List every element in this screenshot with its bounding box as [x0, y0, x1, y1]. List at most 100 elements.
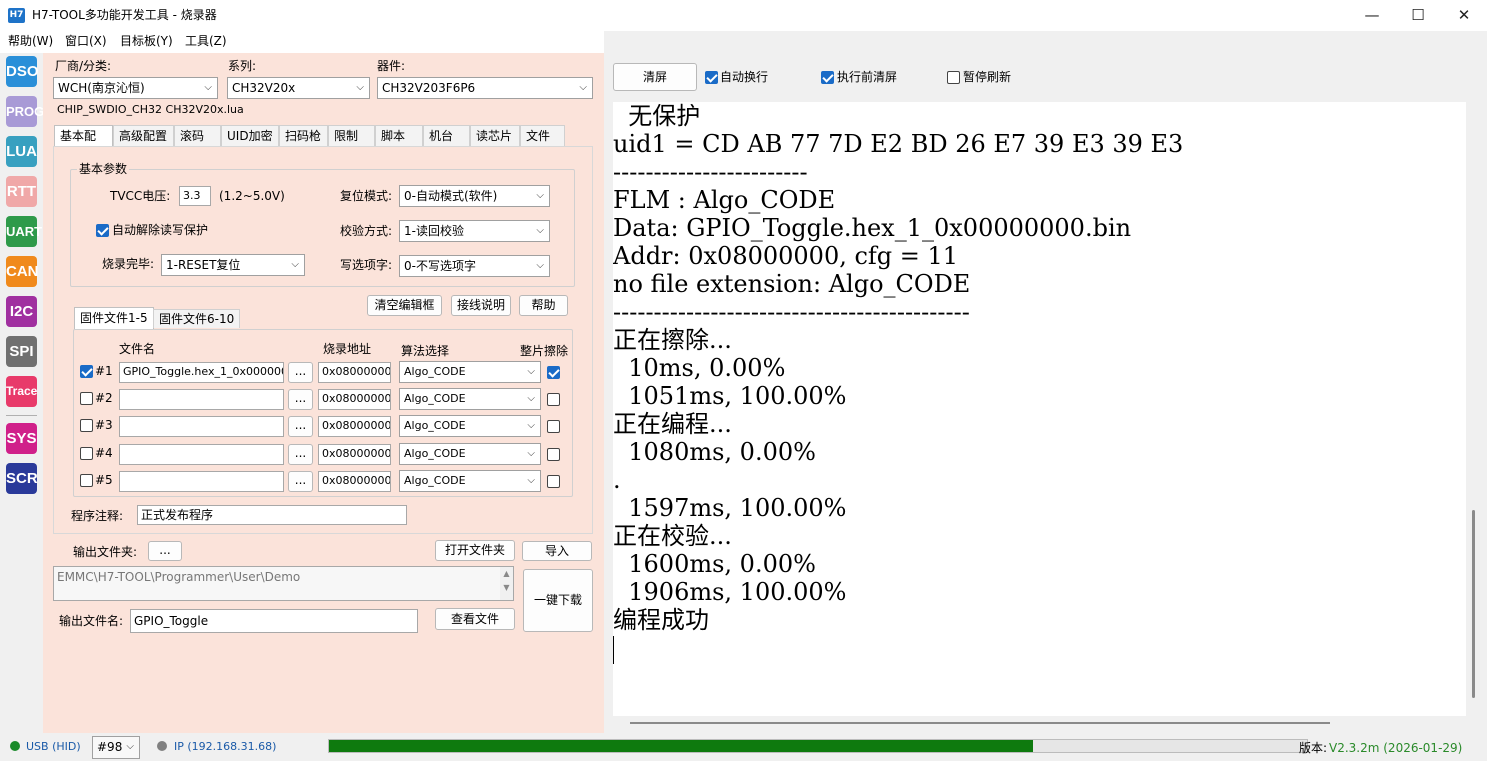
verify-select[interactable]: 1-读回校验 ⌵ [399, 220, 550, 242]
one-key-download-button[interactable]: 一键下载 [523, 569, 593, 632]
sidebar-rtt-button[interactable]: RTT [6, 176, 37, 207]
tab-3[interactable]: UID加密 [221, 125, 279, 146]
tab-6[interactable]: 脚本 [375, 125, 423, 146]
file-algorithm-select[interactable]: Algo_CODE ⌵ [399, 415, 541, 437]
file-algorithm-select[interactable]: Algo_CODE ⌵ [399, 470, 541, 492]
note-input[interactable]: 正式发布程序 [137, 505, 407, 525]
device-number-select[interactable]: #98 ⌵ [92, 736, 140, 759]
console-output[interactable]: 无保护 uid1 = CD AB 77 7D E2 BD 26 E7 39 E3 … [613, 102, 1466, 716]
file-enable-checkbox[interactable] [80, 474, 93, 487]
menu-target[interactable]: 目标板(Y) [120, 33, 173, 49]
sidebar-prog-button[interactable]: PROG [6, 96, 44, 127]
reset-mode-value: 0-自动模式(软件) [404, 189, 498, 203]
file-name-input[interactable] [119, 416, 284, 437]
tab-9[interactable]: 文件 [520, 125, 565, 146]
chevron-down-icon: ⌵ [527, 475, 535, 486]
file-browse-button[interactable]: ... [288, 471, 313, 492]
chip-erase-checkbox[interactable] [547, 448, 560, 461]
sidebar-can-button[interactable]: CAN [6, 256, 39, 287]
import-button[interactable]: 导入 [522, 541, 592, 561]
minimize-button[interactable]: — [1349, 0, 1395, 31]
file-algorithm-select[interactable]: Algo_CODE ⌵ [399, 443, 541, 465]
clear-editor-button[interactable]: 清空编辑框 [367, 295, 442, 316]
file-browse-button[interactable]: ... [288, 416, 313, 437]
file-address-input[interactable]: 0x08000000 [318, 362, 391, 383]
reset-mode-select[interactable]: 0-自动模式(软件) ⌵ [399, 185, 550, 207]
tab-0[interactable]: 基本配置 [54, 125, 113, 163]
tvcc-input[interactable]: 3.3 [179, 186, 211, 206]
col-algorithm: 算法选择 [401, 344, 450, 358]
file-address-input[interactable]: 0x08000000 [318, 471, 391, 492]
menu-window[interactable]: 窗口(X) [65, 33, 107, 49]
file-browse-button[interactable]: ... [288, 362, 313, 383]
chip-erase-checkbox[interactable] [547, 420, 560, 433]
path-scrollbar[interactable]: ▲ ▼ [500, 567, 513, 600]
sidebar-i2c-button[interactable]: I2C [6, 296, 37, 327]
device-select[interactable]: CH32V203F6P6 ⌵ [377, 77, 593, 99]
chevron-down-icon: ⌵ [356, 82, 364, 93]
sidebar-uart-button[interactable]: UART [6, 216, 42, 247]
vendor-select[interactable]: WCH(南京沁恒) ⌵ [53, 77, 218, 99]
finish-select[interactable]: 1-RESET复位 ⌵ [161, 254, 305, 276]
file-enable-checkbox[interactable] [80, 365, 93, 378]
sidebar-spi-button[interactable]: SPI [6, 336, 37, 367]
wiring-help-button[interactable]: 接线说明 [451, 295, 511, 316]
sidebar-dso-button[interactable]: DSO [6, 56, 39, 87]
auto-unlock-checkbox[interactable] [96, 224, 109, 237]
sidebar-lua-button[interactable]: LUA [6, 136, 37, 167]
file-enable-checkbox[interactable] [80, 447, 93, 460]
file-address-input[interactable]: 0x08000000 [318, 416, 391, 437]
help-button[interactable]: 帮助 [519, 295, 568, 316]
console-vscrollbar[interactable] [1472, 510, 1475, 698]
tab-5[interactable]: 限制 [328, 125, 375, 146]
open-folder-button[interactable]: 打开文件夹 [435, 540, 515, 561]
option-byte-select[interactable]: 0-不写选项字 ⌵ [399, 255, 550, 277]
sidebar-scr-button[interactable]: SCR [6, 463, 38, 494]
tab-8[interactable]: 读芯片 [470, 125, 520, 146]
file-name-input[interactable] [119, 444, 284, 465]
sidebar-sys-button[interactable]: SYS [6, 423, 37, 454]
tab-firmware-6-10[interactable]: 固件文件6-10 [153, 309, 241, 328]
console-line: . [613, 466, 621, 494]
maximize-button[interactable]: ☐ [1395, 0, 1441, 31]
view-file-button[interactable]: 查看文件 [435, 608, 515, 630]
file-algorithm-select[interactable]: Algo_CODE ⌵ [399, 361, 541, 383]
file-browse-button[interactable]: ... [288, 444, 313, 465]
file-name-input[interactable]: GPIO_Toggle.hex_1_0x00000000 [119, 362, 284, 383]
file-enable-checkbox[interactable] [80, 392, 93, 405]
file-name-input[interactable] [119, 389, 284, 410]
file-algorithm-select[interactable]: Algo_CODE ⌵ [399, 388, 541, 410]
chip-erase-checkbox[interactable] [547, 366, 560, 379]
series-label: 系列: [228, 59, 257, 73]
tab-firmware-1-5[interactable]: 固件文件1-5 [74, 307, 154, 329]
auto-wrap-checkbox[interactable] [705, 71, 718, 84]
tab-2[interactable]: 滚码 [174, 125, 221, 146]
tab-1[interactable]: 高级配置 [113, 125, 174, 146]
tab-4[interactable]: 扫码枪 [279, 125, 328, 146]
usb-status-text: USB (HID) [26, 740, 81, 753]
file-algorithm-value: Algo_CODE [404, 447, 466, 460]
output-name-input[interactable]: GPIO_Toggle [130, 609, 418, 633]
console-hscrollbar[interactable] [630, 722, 1330, 724]
tab-7[interactable]: 机台 [423, 125, 470, 146]
chevron-down-icon: ⌵ [291, 259, 299, 270]
console-line: 正在擦除... [613, 326, 732, 354]
pause-refresh-checkbox[interactable] [947, 71, 960, 84]
close-button[interactable]: ✕ [1441, 0, 1487, 31]
file-address-input[interactable]: 0x08000000 [318, 389, 391, 410]
file-address-input[interactable]: 0x08000000 [318, 444, 391, 465]
menu-tools[interactable]: 工具(Z) [185, 33, 227, 49]
file-index: #3 [95, 418, 113, 432]
file-enable-checkbox[interactable] [80, 419, 93, 432]
file-browse-button[interactable]: ... [288, 389, 313, 410]
clear-before-run-checkbox[interactable] [821, 71, 834, 84]
sidebar-trace-button[interactable]: Trace [6, 376, 37, 407]
chip-erase-checkbox[interactable] [547, 475, 560, 488]
file-name-input[interactable] [119, 471, 284, 492]
console-line: FLM : Algo_CODE [613, 186, 836, 214]
chip-erase-checkbox[interactable] [547, 393, 560, 406]
clear-screen-button[interactable]: 清屏 [613, 63, 697, 91]
menu-help[interactable]: 帮助(W) [8, 33, 53, 49]
series-select[interactable]: CH32V20x ⌵ [227, 77, 370, 99]
output-folder-browse-button[interactable]: ... [148, 541, 182, 561]
